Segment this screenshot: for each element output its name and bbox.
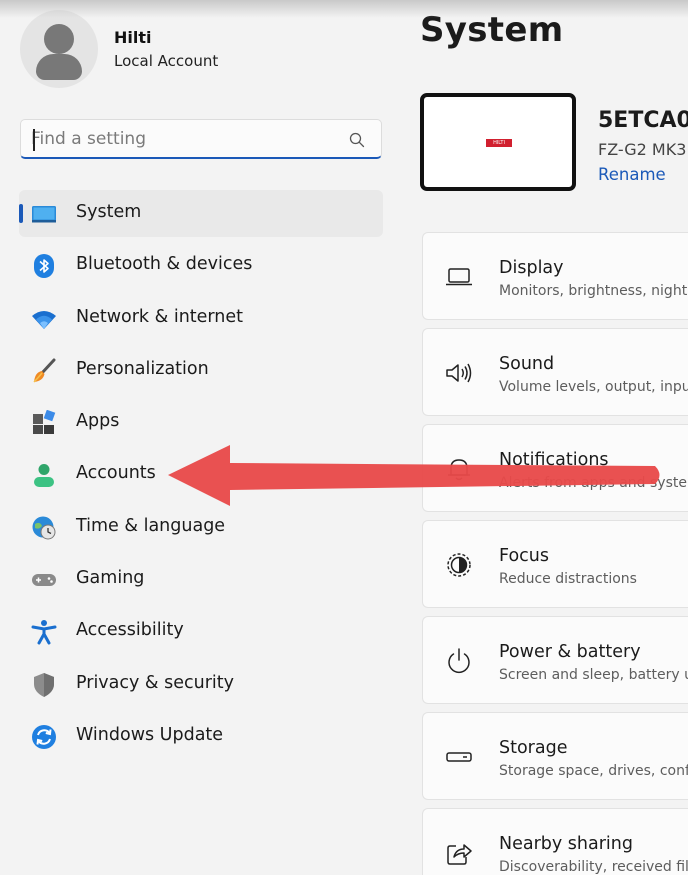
update-icon <box>32 724 56 749</box>
sidebar-item-accessibility[interactable]: Accessibility <box>19 608 383 655</box>
share-icon <box>447 844 472 865</box>
sidebar-item-label: Windows Update <box>76 724 224 745</box>
card-title: Sound <box>499 354 555 374</box>
card-title: Focus <box>499 546 549 566</box>
sidebar-item-label: Apps <box>76 411 120 432</box>
card-display[interactable]: Display Monitors, brightness, night <box>422 232 688 320</box>
settings-cards: Display Monitors, brightness, night Soun… <box>422 232 688 875</box>
sidebar-item-system[interactable]: System <box>19 190 383 237</box>
card-subtitle: Screen and sleep, battery u <box>499 667 688 683</box>
card-notifications[interactable]: Notifications Alerts from apps and syste… <box>422 424 688 512</box>
bluetooth-icon <box>34 254 54 279</box>
text-caret <box>33 129 35 151</box>
sidebar-item-label: Network & internet <box>76 306 244 327</box>
card-storage[interactable]: Storage Storage space, drives, confi <box>422 712 688 800</box>
speaker-icon <box>446 363 472 383</box>
sidebar-item-windows-update[interactable]: Windows Update <box>19 713 383 760</box>
card-focus[interactable]: Focus Reduce distractions <box>422 520 688 608</box>
card-power-battery[interactable]: Power & battery Screen and sleep, batter… <box>422 616 688 704</box>
search-input[interactable] <box>31 126 331 152</box>
power-icon <box>448 648 470 674</box>
sidebar-item-time-language[interactable]: Time & language <box>19 504 383 551</box>
accounts-icon <box>34 464 54 488</box>
sidebar-item-label: System <box>76 202 142 222</box>
card-subtitle: Reduce distractions <box>499 571 637 587</box>
monitor-icon <box>446 268 472 286</box>
focus-icon <box>447 553 471 577</box>
avatar <box>20 10 98 88</box>
shield-icon <box>34 672 54 697</box>
clock-globe-icon <box>32 516 56 540</box>
sidebar-item-personalization[interactable]: Personalization <box>19 347 383 394</box>
card-title: Notifications <box>499 450 609 470</box>
sidebar-nav: System Bluetooth & devices Network & int… <box>19 190 383 765</box>
sidebar-item-label: Gaming <box>76 568 145 589</box>
system-icon <box>32 206 56 223</box>
card-subtitle: Alerts from apps and syster <box>499 475 688 491</box>
account-type: Local Account <box>114 52 219 70</box>
card-title: Storage <box>499 738 568 758</box>
user-name: Hilti <box>114 28 152 47</box>
card-sound[interactable]: Sound Volume levels, output, inpu <box>422 328 688 416</box>
sidebar-item-accounts[interactable]: Accounts <box>19 451 383 498</box>
sidebar-item-label: Accessibility <box>76 620 184 641</box>
card-title: Power & battery <box>499 642 641 662</box>
card-nearby-sharing[interactable]: Nearby sharing Discoverability, received… <box>422 808 688 875</box>
accessibility-icon <box>31 620 57 645</box>
storage-icon <box>446 752 472 762</box>
sidebar-item-apps[interactable]: Apps <box>19 399 383 446</box>
sidebar-item-label: Personalization <box>76 358 209 379</box>
hilti-logo: HILTI <box>486 139 512 147</box>
apps-icon <box>33 410 56 435</box>
settings-window: Hilti Local Account System Bluetoo <box>0 0 688 875</box>
device-thumbnail: HILTI <box>420 93 576 191</box>
card-subtitle: Monitors, brightness, night <box>499 283 688 299</box>
sidebar-item-privacy-security[interactable]: Privacy & security <box>19 661 383 708</box>
sidebar-item-label: Privacy & security <box>76 672 235 693</box>
card-title: Display <box>499 258 564 278</box>
wifi-icon <box>32 310 56 329</box>
selection-indicator <box>19 204 23 223</box>
rename-link[interactable]: Rename <box>598 165 666 184</box>
card-subtitle: Discoverability, received file <box>499 859 688 875</box>
sidebar-item-gaming[interactable]: Gaming <box>19 556 383 603</box>
search-icon[interactable] <box>349 132 365 148</box>
sidebar-item-bluetooth[interactable]: Bluetooth & devices <box>19 242 383 289</box>
page-title: System <box>420 10 564 50</box>
user-profile[interactable]: Hilti Local Account <box>20 10 380 90</box>
brush-icon <box>33 358 56 383</box>
card-title: Nearby sharing <box>499 834 633 854</box>
search-box[interactable] <box>20 119 382 159</box>
sidebar-item-label: Bluetooth & devices <box>76 254 253 275</box>
card-subtitle: Volume levels, output, inpu <box>499 379 688 395</box>
sidebar-item-network[interactable]: Network & internet <box>19 295 383 342</box>
card-subtitle: Storage space, drives, confi <box>499 763 688 779</box>
gamepad-icon <box>32 574 56 587</box>
device-name: 5ETCA04 <box>598 108 688 133</box>
bell-icon <box>448 459 470 481</box>
device-model: FZ-G2 MK3 <box>598 140 687 159</box>
sidebar-item-label: Time & language <box>76 515 226 536</box>
sidebar-item-label: Accounts <box>76 463 156 484</box>
